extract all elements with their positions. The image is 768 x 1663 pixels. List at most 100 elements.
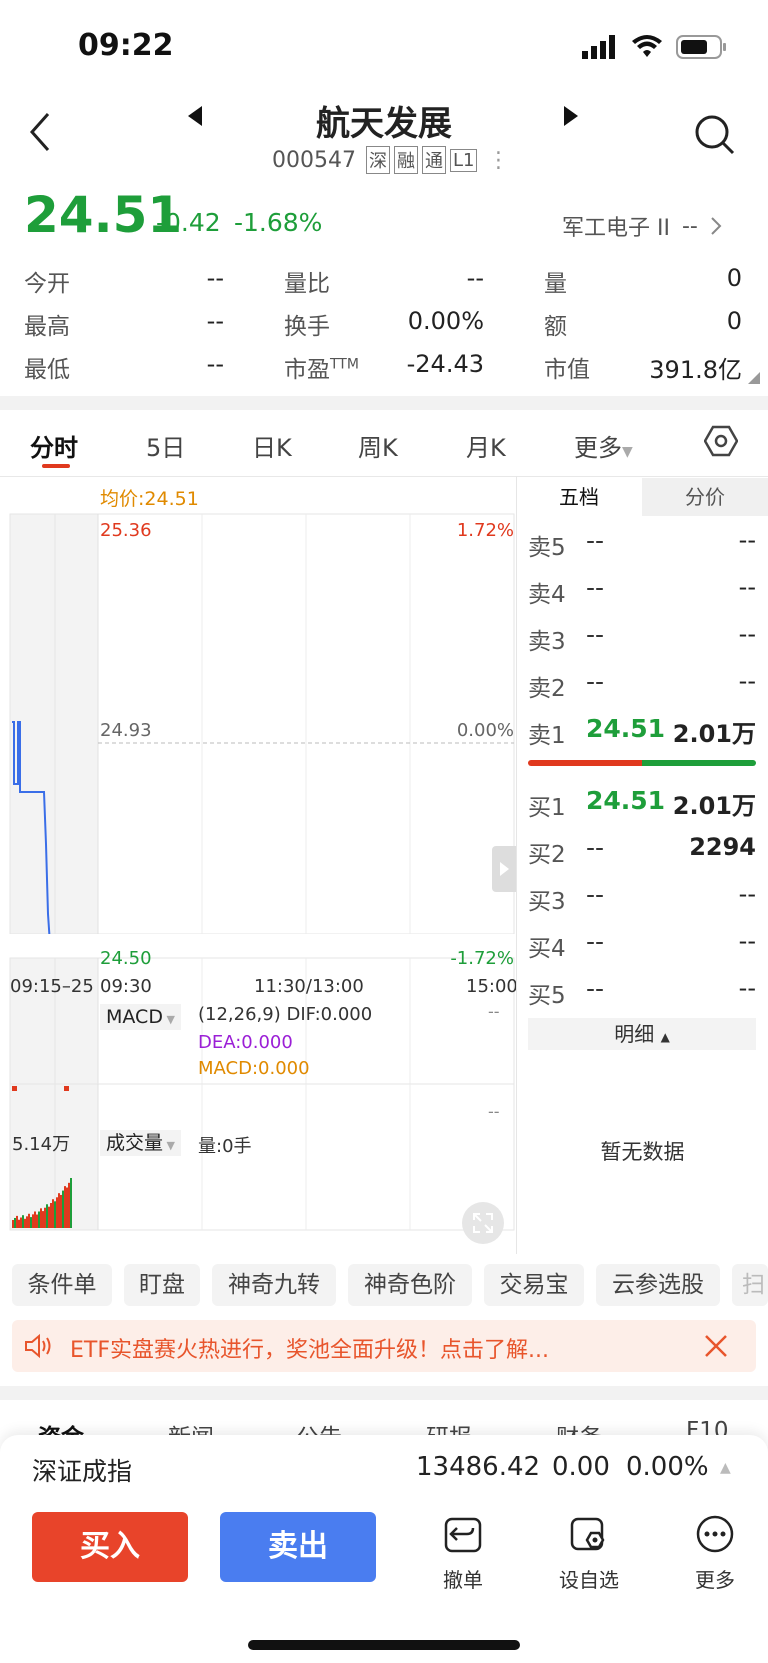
pct-low-label: -1.72% — [450, 948, 514, 969]
expand-chart-handle[interactable] — [492, 846, 516, 892]
intraday-chart[interactable] — [0, 476, 516, 1254]
macd-params: (12,26,9) DIF:0.000 — [198, 1004, 373, 1025]
page-title: 航天发展 — [316, 104, 452, 144]
ask-price: -- — [586, 620, 605, 649]
auction-volume-bar — [60, 1194, 62, 1228]
cancel-order-button[interactable]: 撤单 — [418, 1510, 508, 1593]
tab-price-dist[interactable]: 分价 — [642, 478, 768, 516]
search-button[interactable] — [694, 114, 736, 160]
auction-volume-bar — [54, 1201, 56, 1228]
chip-magic-color[interactable]: 神奇色阶 — [348, 1264, 472, 1306]
stat-label-volratio: 量比 — [284, 271, 330, 297]
auction-volume-bar — [38, 1211, 40, 1228]
close-icon[interactable] — [704, 1334, 728, 1358]
home-indicator — [248, 1640, 520, 1650]
caret-up-icon[interactable]: ▲ — [720, 1460, 731, 1476]
bid-row-4: 买4 -- -- — [528, 921, 756, 967]
sector-link[interactable]: 军工电子 II -- — [562, 210, 722, 242]
divider — [0, 396, 768, 410]
fullscreen-button[interactable] — [462, 1202, 504, 1244]
stat-label-amount: 额 — [544, 314, 567, 340]
ask-label: 卖4 — [528, 582, 566, 608]
index-change: 0.00 — [552, 1452, 610, 1482]
price-change: -0.42 — [156, 208, 221, 237]
ask-ratio — [528, 760, 642, 766]
add-watchlist-label: 设自选 — [559, 1568, 619, 1592]
auction-volume-bar — [20, 1217, 22, 1228]
auction-volume-bar — [32, 1214, 34, 1228]
bid-price: -- — [586, 974, 605, 1003]
status-time: 09:22 — [78, 28, 174, 63]
index-value: 13486.42 — [416, 1452, 541, 1482]
bid-label: 买5 — [528, 983, 566, 1009]
tab-active-indicator — [42, 464, 70, 468]
chip-watch[interactable]: 盯盘 — [124, 1264, 200, 1306]
bid-row-3: 买3 -- -- — [528, 874, 756, 920]
ask-row-5: 卖5 -- -- — [528, 520, 756, 566]
detail-toggle[interactable]: 明细 ▲ — [528, 1018, 756, 1050]
auction-volume-max: 5.14万 — [12, 1134, 71, 1155]
chip-trade-treasure[interactable]: 交易宝 — [484, 1264, 584, 1306]
bid-price: 24.51 — [586, 786, 666, 815]
chip-more[interactable]: 扫 — [732, 1264, 768, 1306]
more-actions-button[interactable]: 更多 — [670, 1510, 760, 1593]
auction-volume-bar — [26, 1216, 28, 1228]
macd-dea: DEA:0.000 — [198, 1032, 293, 1053]
macd-name: MACD — [106, 1006, 163, 1028]
search-icon — [695, 115, 735, 155]
pct-mid-label: 0.00% — [456, 720, 514, 741]
auction-volume-bar — [52, 1199, 54, 1228]
add-watchlist-button[interactable]: 设自选 — [544, 1510, 634, 1593]
sell-button[interactable]: 卖出 — [220, 1512, 376, 1582]
ask-price: -- — [586, 667, 605, 696]
ask-vol: 2.01万 — [672, 720, 756, 748]
stock-code-row: 000547 深 融 通 L1 ⋮ — [272, 146, 509, 174]
ask-row-3: 卖3 -- -- — [528, 614, 756, 660]
tab-monthly-k[interactable]: 月K — [466, 428, 506, 463]
chip-conditional-order[interactable]: 条件单 — [12, 1264, 112, 1306]
chart-settings-button[interactable] — [703, 424, 739, 462]
tab-intraday[interactable]: 分时 — [30, 428, 78, 463]
auction-volume-bar — [62, 1190, 64, 1228]
stat-label-high: 最高 — [24, 314, 70, 340]
tab-daily-k[interactable]: 日K — [252, 428, 292, 463]
auction-volume-bar — [16, 1215, 18, 1228]
ask-label: 卖5 — [528, 535, 566, 561]
no-data-text: 暂无数据 — [600, 1140, 685, 1164]
corner-triangle-icon — [748, 372, 760, 384]
stat-label-pe: 市盈TTM — [284, 350, 359, 384]
tab-five-levels[interactable]: 五档 — [517, 478, 641, 516]
bid-vol: -- — [738, 974, 756, 1002]
undo-box-icon — [444, 1517, 482, 1553]
stat-label-low: 最低 — [24, 357, 70, 383]
auction-volume-bar — [64, 1186, 66, 1228]
tab-more[interactable]: 更多▼ — [574, 428, 633, 463]
caret-up-icon: ▲ — [660, 1030, 670, 1044]
stat-value-high: -- — [206, 307, 224, 335]
ask-row-2: 卖2 -- -- — [528, 661, 756, 707]
tab-5day[interactable]: 5日 — [146, 428, 185, 463]
macd-value: MACD:0.000 — [198, 1058, 310, 1079]
volume-name: 成交量 — [106, 1132, 164, 1154]
next-stock-button[interactable] — [562, 106, 578, 130]
tab-weekly-k[interactable]: 周K — [358, 428, 398, 463]
auction-volume-bar — [66, 1187, 68, 1228]
index-name[interactable]: 深证成指 — [32, 1452, 132, 1488]
promo-text: ETF实盘赛火热进行，奖池全面升级！点击了解... — [70, 1338, 549, 1363]
buy-button[interactable]: 买入 — [32, 1512, 188, 1582]
volume-indicator-select[interactable]: 成交量 ▼ — [100, 1130, 181, 1156]
stat-value-turnover: 0.00% — [407, 307, 484, 335]
more-actions-label: 更多 — [695, 1568, 735, 1592]
bid-ratio — [642, 760, 756, 766]
chip-magic-nine[interactable]: 神奇九转 — [212, 1264, 336, 1306]
dropdown-icon: ▼ — [622, 444, 633, 460]
x-label-open: 09:30 — [100, 976, 152, 997]
promo-banner[interactable]: ETF实盘赛火热进行，奖池全面升级！点击了解... — [12, 1320, 756, 1372]
stat-value-low: -- — [206, 350, 224, 378]
chip-cloud-pick[interactable]: 云参选股 — [596, 1264, 720, 1306]
auction-volume-bar — [14, 1217, 16, 1228]
bid-price: -- — [586, 927, 605, 956]
y-low-label: 24.50 — [100, 948, 152, 969]
more-dots-icon[interactable]: ⋮ — [487, 148, 509, 173]
macd-indicator-select[interactable]: MACD ▼ — [100, 1004, 181, 1030]
